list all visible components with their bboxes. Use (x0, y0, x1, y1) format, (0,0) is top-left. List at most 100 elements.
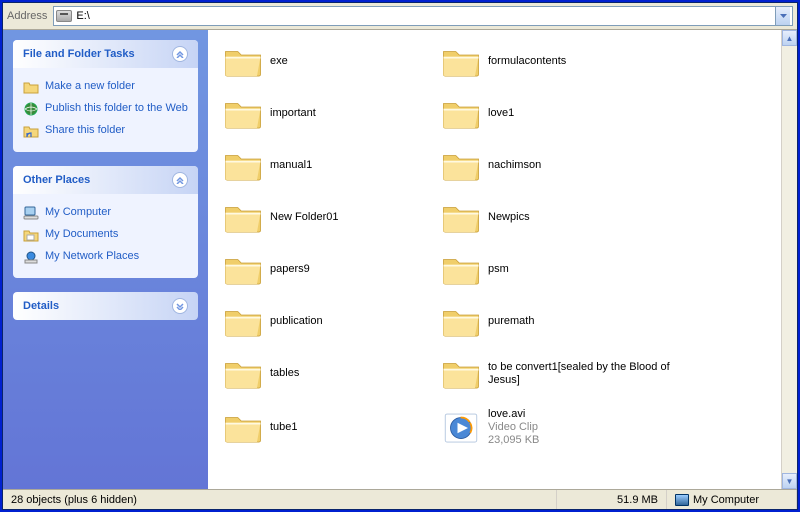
panel-title: Other Places (23, 174, 90, 186)
folder-icon (222, 96, 264, 132)
folder-item[interactable]: psm (438, 248, 698, 292)
task-label: Share this folder (45, 123, 188, 137)
status-location: My Computer (667, 490, 797, 509)
folder-icon (222, 252, 264, 288)
task-label: My Network Places (45, 249, 188, 263)
globe-icon (23, 101, 39, 117)
file-list[interactable]: exe formulacontents important love1 manu… (208, 30, 781, 489)
main-area: File and Folder Tasks Make a new folder (3, 30, 797, 489)
panel-header-file-folder-tasks[interactable]: File and Folder Tasks (13, 40, 198, 68)
item-name: tables (270, 367, 299, 380)
folder-item[interactable]: to be convert1[sealed by the Blood of Je… (438, 352, 698, 396)
link-my-documents[interactable]: My Documents (23, 224, 188, 246)
vertical-scrollbar[interactable]: ▲ ▼ (781, 30, 797, 489)
computer-icon (23, 205, 39, 221)
item-name: papers9 (270, 263, 310, 276)
task-pane: File and Folder Tasks Make a new folder (3, 30, 208, 489)
item-name: love.avi (488, 408, 539, 421)
panel-other-places: Other Places My Computer (13, 166, 198, 278)
task-label: Make a new folder (45, 79, 188, 93)
panel-file-folder-tasks: File and Folder Tasks Make a new folder (13, 40, 198, 152)
address-field[interactable]: E:\ (53, 6, 793, 26)
item-name: exe (270, 55, 288, 68)
item-name: formulacontents (488, 55, 566, 68)
status-location-text: My Computer (693, 494, 759, 506)
folder-docs-icon (23, 227, 39, 243)
task-label: My Documents (45, 227, 188, 241)
folder-item[interactable]: formulacontents (438, 40, 698, 84)
computer-icon (675, 494, 689, 506)
scroll-up-button[interactable]: ▲ (782, 30, 797, 46)
share-icon (23, 123, 39, 139)
item-name: love1 (488, 107, 514, 120)
address-path: E:\ (76, 10, 775, 22)
item-name: New Folder01 (270, 211, 338, 224)
item-name: manual1 (270, 159, 312, 172)
panel-body: Make a new folder Publish this folder to… (13, 68, 198, 152)
folder-item[interactable]: tube1 (220, 404, 430, 452)
chevron-down-icon (780, 14, 787, 18)
folder-icon (222, 148, 264, 184)
item-name: Newpics (488, 211, 530, 224)
file-item[interactable]: love.aviVideo Clip23,095 KB (438, 404, 698, 452)
folder-icon (222, 44, 264, 80)
item-details: love.aviVideo Clip23,095 KB (488, 408, 539, 448)
folder-icon (440, 252, 482, 288)
task-label: My Computer (45, 205, 188, 219)
folder-icon (222, 410, 264, 446)
panel-header-details[interactable]: Details (13, 292, 198, 320)
task-publish-web[interactable]: Publish this folder to the Web (23, 98, 188, 120)
task-share-folder[interactable]: Share this folder (23, 120, 188, 142)
folder-item[interactable]: important (220, 92, 430, 136)
panel-title: File and Folder Tasks (23, 48, 135, 60)
drive-icon (56, 10, 72, 22)
link-my-computer[interactable]: My Computer (23, 202, 188, 224)
address-label: Address (7, 10, 49, 22)
address-dropdown-button[interactable] (775, 7, 790, 25)
folder-item[interactable]: exe (220, 40, 430, 84)
panel-title: Details (23, 300, 59, 312)
scroll-down-button[interactable]: ▼ (782, 473, 797, 489)
folder-item[interactable]: manual1 (220, 144, 430, 188)
folder-item[interactable]: papers9 (220, 248, 430, 292)
folder-item[interactable]: Newpics (438, 196, 698, 240)
item-name: important (270, 107, 316, 120)
collapse-icon (172, 46, 188, 62)
folder-item[interactable]: love1 (438, 92, 698, 136)
item-name: puremath (488, 315, 534, 328)
item-name: to be convert1[sealed by the Blood of Je… (488, 361, 696, 387)
panel-details: Details (13, 292, 198, 320)
video-file-icon (440, 410, 482, 446)
folder-item[interactable]: puremath (438, 300, 698, 344)
scroll-track[interactable] (782, 46, 797, 473)
item-name: publication (270, 315, 323, 328)
folder-icon (440, 96, 482, 132)
folder-icon (222, 304, 264, 340)
folder-item[interactable]: tables (220, 352, 430, 396)
folder-icon (440, 200, 482, 236)
status-size: 51.9 MB (557, 490, 667, 509)
panel-body: My Computer My Documents My Network Plac… (13, 194, 198, 278)
status-bar: 28 objects (plus 6 hidden) 51.9 MB My Co… (3, 489, 797, 509)
folder-icon (222, 356, 264, 392)
task-label: Publish this folder to the Web (45, 101, 188, 115)
folder-item[interactable]: New Folder01 (220, 196, 430, 240)
folder-item[interactable]: publication (220, 300, 430, 344)
item-kind: Video Clip (488, 421, 539, 434)
network-icon (23, 249, 39, 265)
folder-icon (440, 304, 482, 340)
item-name: tube1 (270, 421, 298, 434)
link-my-network-places[interactable]: My Network Places (23, 246, 188, 268)
folder-icon (222, 200, 264, 236)
folder-icon (440, 44, 482, 80)
item-size: 23,095 KB (488, 434, 539, 447)
task-make-new-folder[interactable]: Make a new folder (23, 76, 188, 98)
item-name: psm (488, 263, 509, 276)
content-area: exe formulacontents important love1 manu… (208, 30, 797, 489)
expand-icon (172, 298, 188, 314)
folder-icon (440, 356, 482, 392)
collapse-icon (172, 172, 188, 188)
folder-item[interactable]: nachimson (438, 144, 698, 188)
address-bar: Address E:\ (3, 3, 797, 30)
panel-header-other-places[interactable]: Other Places (13, 166, 198, 194)
